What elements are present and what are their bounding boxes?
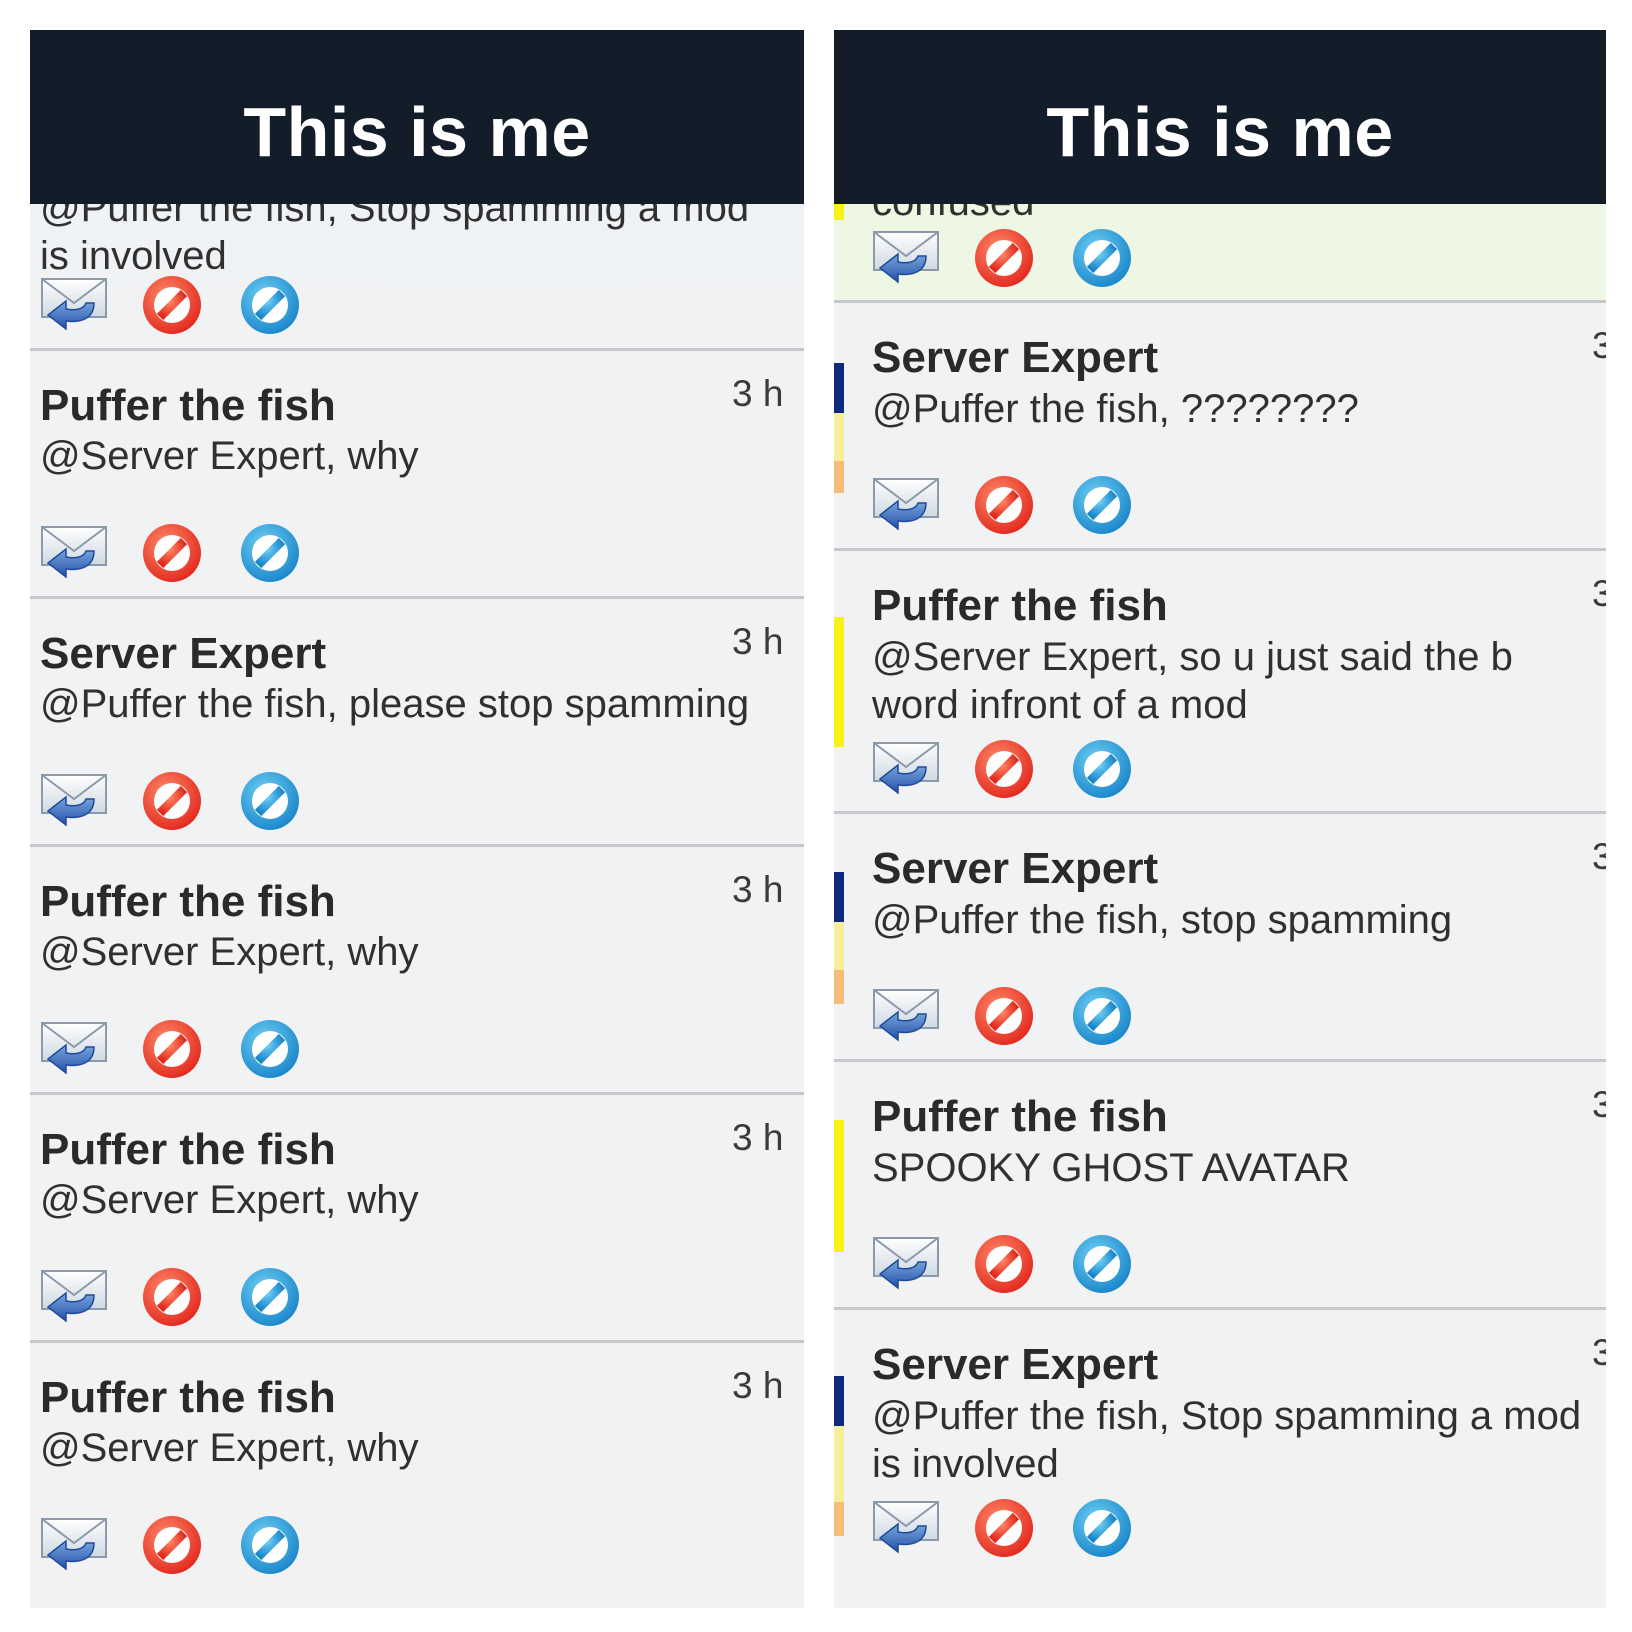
post-author[interactable]: Puffer the fish xyxy=(872,581,1168,631)
thread-panel-right: This is me confused Server Expert 3 @Puf… xyxy=(834,30,1606,1608)
post-stripe xyxy=(834,617,844,747)
post-author[interactable]: Puffer the fish xyxy=(40,381,336,431)
reply-mail-icon[interactable] xyxy=(40,1017,108,1077)
post-stripe xyxy=(834,413,844,461)
list-item[interactable]: Server Expert 3 h @Puffer the fish, plea… xyxy=(30,599,804,847)
post-time: 3 xyxy=(1592,325,1606,367)
list-item[interactable]: Puffer the fish 3 h @Server Expert, why xyxy=(30,1343,804,1608)
ban-icon[interactable] xyxy=(972,1232,1036,1296)
post-author[interactable]: Server Expert xyxy=(40,629,326,679)
reply-mail-icon[interactable] xyxy=(40,521,108,581)
ban-icon[interactable] xyxy=(972,473,1036,537)
reply-mail-icon[interactable] xyxy=(40,1265,108,1325)
reply-mail-icon[interactable] xyxy=(40,769,108,829)
post-author[interactable]: Puffer the fish xyxy=(872,1092,1168,1142)
post-time: 3 h xyxy=(732,1117,784,1158)
post-stripe xyxy=(834,970,844,1004)
reply-mail-icon[interactable] xyxy=(872,226,940,286)
block-icon[interactable] xyxy=(1070,737,1134,801)
header-title: This is me xyxy=(1046,93,1394,171)
block-icon[interactable] xyxy=(238,273,302,337)
post-time: 3 xyxy=(1592,1084,1606,1126)
block-icon[interactable] xyxy=(1070,473,1134,537)
ban-icon[interactable] xyxy=(140,1513,204,1577)
post-stripe xyxy=(834,1120,844,1252)
reply-mail-icon[interactable] xyxy=(40,273,108,333)
post-author[interactable]: Server Expert xyxy=(872,844,1158,894)
thread-panel-left: This is me @Puffer the fish, Stop spammi… xyxy=(30,30,804,1608)
ban-icon[interactable] xyxy=(140,1265,204,1329)
ban-icon[interactable] xyxy=(140,521,204,585)
post-stripe xyxy=(834,1426,844,1502)
post-time: 3 h xyxy=(732,373,784,414)
ban-icon[interactable] xyxy=(972,226,1036,290)
post-time: 3 xyxy=(1592,836,1606,878)
screen-header: This is me xyxy=(834,30,1606,204)
block-icon[interactable] xyxy=(1070,226,1134,290)
header-title: This is me xyxy=(243,93,591,171)
post-time: 3 h xyxy=(732,1365,784,1406)
block-icon[interactable] xyxy=(1070,1496,1134,1560)
list-item[interactable]: Puffer the fish 3 h @Server Expert, why xyxy=(30,847,804,1095)
reply-mail-icon[interactable] xyxy=(40,1513,108,1573)
block-icon[interactable] xyxy=(1070,984,1134,1048)
block-icon[interactable] xyxy=(238,1265,302,1329)
block-icon[interactable] xyxy=(238,521,302,585)
list-item[interactable]: Server Expert 3 @Puffer the fish, ??????… xyxy=(834,303,1606,551)
post-author[interactable]: Puffer the fish xyxy=(40,1373,336,1423)
post-stripe xyxy=(834,461,844,493)
post-stripe xyxy=(834,363,844,413)
post-stripe xyxy=(834,1502,844,1536)
ban-icon[interactable] xyxy=(972,1496,1036,1560)
ban-icon[interactable] xyxy=(140,769,204,833)
reply-mail-icon[interactable] xyxy=(872,737,940,797)
post-author[interactable]: Puffer the fish xyxy=(40,1125,336,1175)
post-message: @Puffer the fish, ???????? xyxy=(872,387,1359,431)
list-item[interactable]: Puffer the fish 3 h @Server Expert, why xyxy=(30,351,804,599)
post-message: @Puffer the fish, stop spamming xyxy=(872,898,1453,942)
post-time: 3 xyxy=(1592,573,1606,615)
list-item[interactable]: Server Expert 3 @Puffer the fish, Stop s… xyxy=(834,1310,1606,1608)
post-message: @Puffer the fish, Stop spamming a mod is… xyxy=(872,1394,1582,1486)
post-author[interactable]: Puffer the fish xyxy=(40,877,336,927)
block-icon[interactable] xyxy=(238,1513,302,1577)
ban-icon[interactable] xyxy=(140,1017,204,1081)
post-message: @Server Expert, why xyxy=(40,434,419,478)
post-stripe xyxy=(834,1376,844,1426)
list-item[interactable]: Server Expert 3 @Puffer the fish, stop s… xyxy=(834,814,1606,1062)
post-time: 3 xyxy=(1592,1332,1606,1373)
post-author[interactable]: Server Expert xyxy=(872,1340,1158,1390)
post-message: @Puffer the fish, please stop spamming xyxy=(40,682,750,726)
block-icon[interactable] xyxy=(238,769,302,833)
list-item: @Puffer the fish, Stop spamming a mod is… xyxy=(30,180,804,351)
post-time: 3 h xyxy=(732,621,784,662)
list-item[interactable]: Puffer the fish 3 h @Server Expert, why xyxy=(30,1095,804,1343)
list-item[interactable]: Puffer the fish 3 @Server Expert, so u j… xyxy=(834,551,1606,814)
post-message: @Server Expert, why xyxy=(40,1426,419,1470)
post-time: 3 h xyxy=(732,869,784,910)
block-icon[interactable] xyxy=(1070,1232,1134,1296)
post-message: @Server Expert, why xyxy=(40,1178,419,1222)
post-stripe xyxy=(834,872,844,922)
post-stripe xyxy=(834,922,844,970)
ban-icon[interactable] xyxy=(972,984,1036,1048)
post-message: @Server Expert, so u just said the b wor… xyxy=(872,635,1513,727)
block-icon[interactable] xyxy=(238,1017,302,1081)
post-message: @Server Expert, why xyxy=(40,930,419,974)
list-item[interactable]: Puffer the fish 3 SPOOKY GHOST AVATAR xyxy=(834,1062,1606,1310)
post-author[interactable]: Server Expert xyxy=(872,333,1158,383)
reply-mail-icon[interactable] xyxy=(872,1496,940,1556)
ban-icon[interactable] xyxy=(140,273,204,337)
screen-header: This is me xyxy=(30,30,804,204)
reply-mail-icon[interactable] xyxy=(872,473,940,533)
reply-mail-icon[interactable] xyxy=(872,1232,940,1292)
ban-icon[interactable] xyxy=(972,737,1036,801)
reply-mail-icon[interactable] xyxy=(872,984,940,1044)
post-message: SPOOKY GHOST AVATAR xyxy=(872,1146,1350,1190)
